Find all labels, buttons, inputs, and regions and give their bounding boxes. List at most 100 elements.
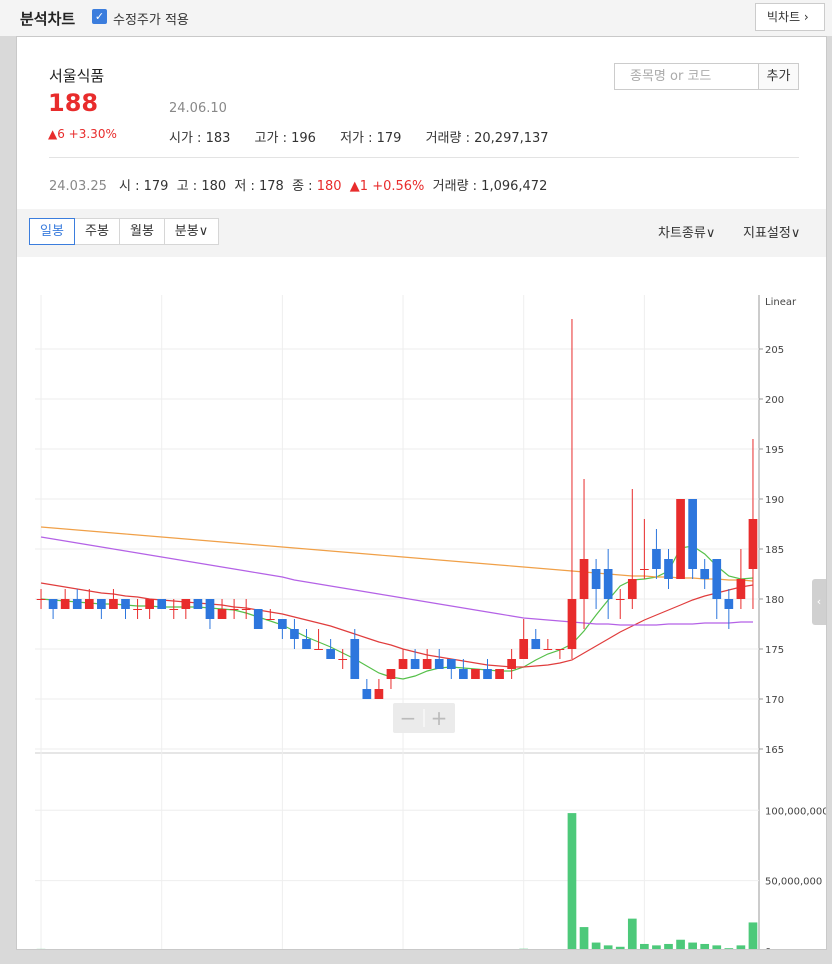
volume-bar xyxy=(652,945,661,949)
bigchart-button[interactable]: 빅차트 › xyxy=(755,3,825,31)
candle-body xyxy=(724,599,734,609)
candle-body xyxy=(181,599,191,609)
candle-body xyxy=(495,669,504,679)
candle-body xyxy=(72,599,82,609)
candle-body xyxy=(640,569,649,570)
candle-body xyxy=(688,499,697,569)
ma-line-ma60 xyxy=(40,536,753,626)
candle-body xyxy=(302,639,311,649)
candle-body xyxy=(157,599,167,609)
volume-bar xyxy=(567,813,577,949)
candle-body xyxy=(386,669,396,679)
hover-close-value: 180 xyxy=(316,179,342,194)
hover-volume: 거래량 : 1,096,472 xyxy=(432,179,548,194)
candle-body xyxy=(398,659,408,669)
candle-body xyxy=(543,649,553,650)
collapse-handle[interactable]: ‹ xyxy=(812,579,826,625)
adjusted-price-checkbox[interactable]: ✓ xyxy=(92,9,107,24)
y-tick-label: 195 xyxy=(765,445,784,456)
volume-bar xyxy=(615,946,625,949)
candle-body xyxy=(567,599,577,649)
candle-body xyxy=(459,669,468,679)
price-change: ▲6 +3.30% xyxy=(48,127,117,141)
tab-daily[interactable]: 일봉 xyxy=(29,218,75,245)
candle-body xyxy=(121,599,130,609)
candle-body xyxy=(241,609,251,610)
candle-body xyxy=(48,599,58,609)
candle-body xyxy=(627,579,637,599)
y-tick-label: 190 xyxy=(765,495,784,506)
candle-body xyxy=(700,569,710,579)
y-tick-label: 170 xyxy=(765,695,784,706)
volume-bar xyxy=(736,945,746,949)
current-price: 188 xyxy=(48,89,99,117)
volume-tick-label: 50,000,000 xyxy=(765,877,822,888)
stock-name: 서울식품 xyxy=(49,67,105,85)
low-price: 저가 : 179 xyxy=(340,131,402,146)
ma-line-ma5 xyxy=(40,545,754,680)
candle-body xyxy=(471,669,480,679)
chart-panel: 서울식품 188 ▲6 +3.30% 24.06.10 시가 : 183 고가 … xyxy=(16,36,827,950)
candle-body xyxy=(265,619,275,620)
volume-bar xyxy=(640,943,649,949)
ma-line-ma120 xyxy=(40,526,754,582)
volume-bar xyxy=(700,943,710,949)
candle-body xyxy=(84,599,94,609)
add-button[interactable]: 추가 xyxy=(759,63,799,90)
y-tick-label: 175 xyxy=(765,645,784,656)
scale-label: Linear xyxy=(765,297,797,308)
zoom-out-icon: − xyxy=(400,706,417,730)
candle-body xyxy=(555,649,565,650)
hover-change: ▲1 +0.56% xyxy=(349,179,425,194)
volume: 거래량 : 20,297,137 xyxy=(425,131,549,146)
zoom-in-icon: + xyxy=(431,706,448,730)
candle-body xyxy=(350,639,360,679)
chart-type-dropdown[interactable]: 차트종류∨ xyxy=(658,222,715,241)
quote-stats: 시가 : 183 고가 : 196 저가 : 179 거래량 : 20,297,… xyxy=(169,127,569,146)
candle-body xyxy=(446,659,456,669)
tab-minute[interactable]: 분봉∨ xyxy=(164,218,219,245)
candle-body xyxy=(519,639,529,659)
candle-body xyxy=(133,609,142,610)
divider xyxy=(49,157,799,158)
volume-bar xyxy=(748,922,758,949)
candle-body xyxy=(591,569,601,589)
indicator-settings-dropdown[interactable]: 지표설정∨ xyxy=(743,222,800,241)
volume-tick-label: 100,000,000 xyxy=(765,806,826,817)
volume-bar xyxy=(603,945,613,949)
candle-body xyxy=(60,599,70,609)
chart-toolbar: 일봉 주봉 월봉 분봉∨ 차트종류∨ 지표설정∨ xyxy=(17,209,826,257)
y-tick-label: 165 xyxy=(765,745,784,756)
price-volume-chart[interactable]: 03.1203.2604.0904.2405.1005.271651701751… xyxy=(17,257,826,949)
quote-date: 24.06.10 xyxy=(169,101,227,116)
candle-body xyxy=(410,659,420,669)
candle-body xyxy=(278,619,287,629)
candle-body xyxy=(193,599,203,609)
candle-body xyxy=(169,609,179,610)
candle-body xyxy=(253,609,263,629)
hover-date: 24.03.25 xyxy=(49,179,107,194)
search-input[interactable]: 종목명 or 코드 xyxy=(614,63,759,90)
candle-body xyxy=(314,649,323,650)
candle-body xyxy=(36,599,46,600)
volume-tick-label: 0 xyxy=(765,947,771,949)
candle-body xyxy=(531,639,541,649)
candle-body xyxy=(603,569,613,599)
hover-open: 시 : 179 xyxy=(119,179,169,194)
candle-body xyxy=(362,689,372,699)
candle-body xyxy=(483,669,492,679)
candle-body xyxy=(338,659,348,660)
volume-bar xyxy=(664,943,673,949)
tab-weekly[interactable]: 주봉 xyxy=(74,218,120,245)
volume-bar xyxy=(627,918,637,949)
y-tick-label: 200 xyxy=(765,395,784,406)
tab-monthly[interactable]: 월봉 xyxy=(119,218,165,245)
candle-body xyxy=(97,599,106,609)
adjusted-price-label[interactable]: 수정주가 적용 xyxy=(113,9,189,28)
candle-body xyxy=(736,579,746,599)
candle-body xyxy=(422,659,432,669)
volume-bar xyxy=(724,948,734,949)
candle-body xyxy=(205,599,215,619)
candle-body xyxy=(326,649,335,659)
candle-body xyxy=(229,609,239,610)
